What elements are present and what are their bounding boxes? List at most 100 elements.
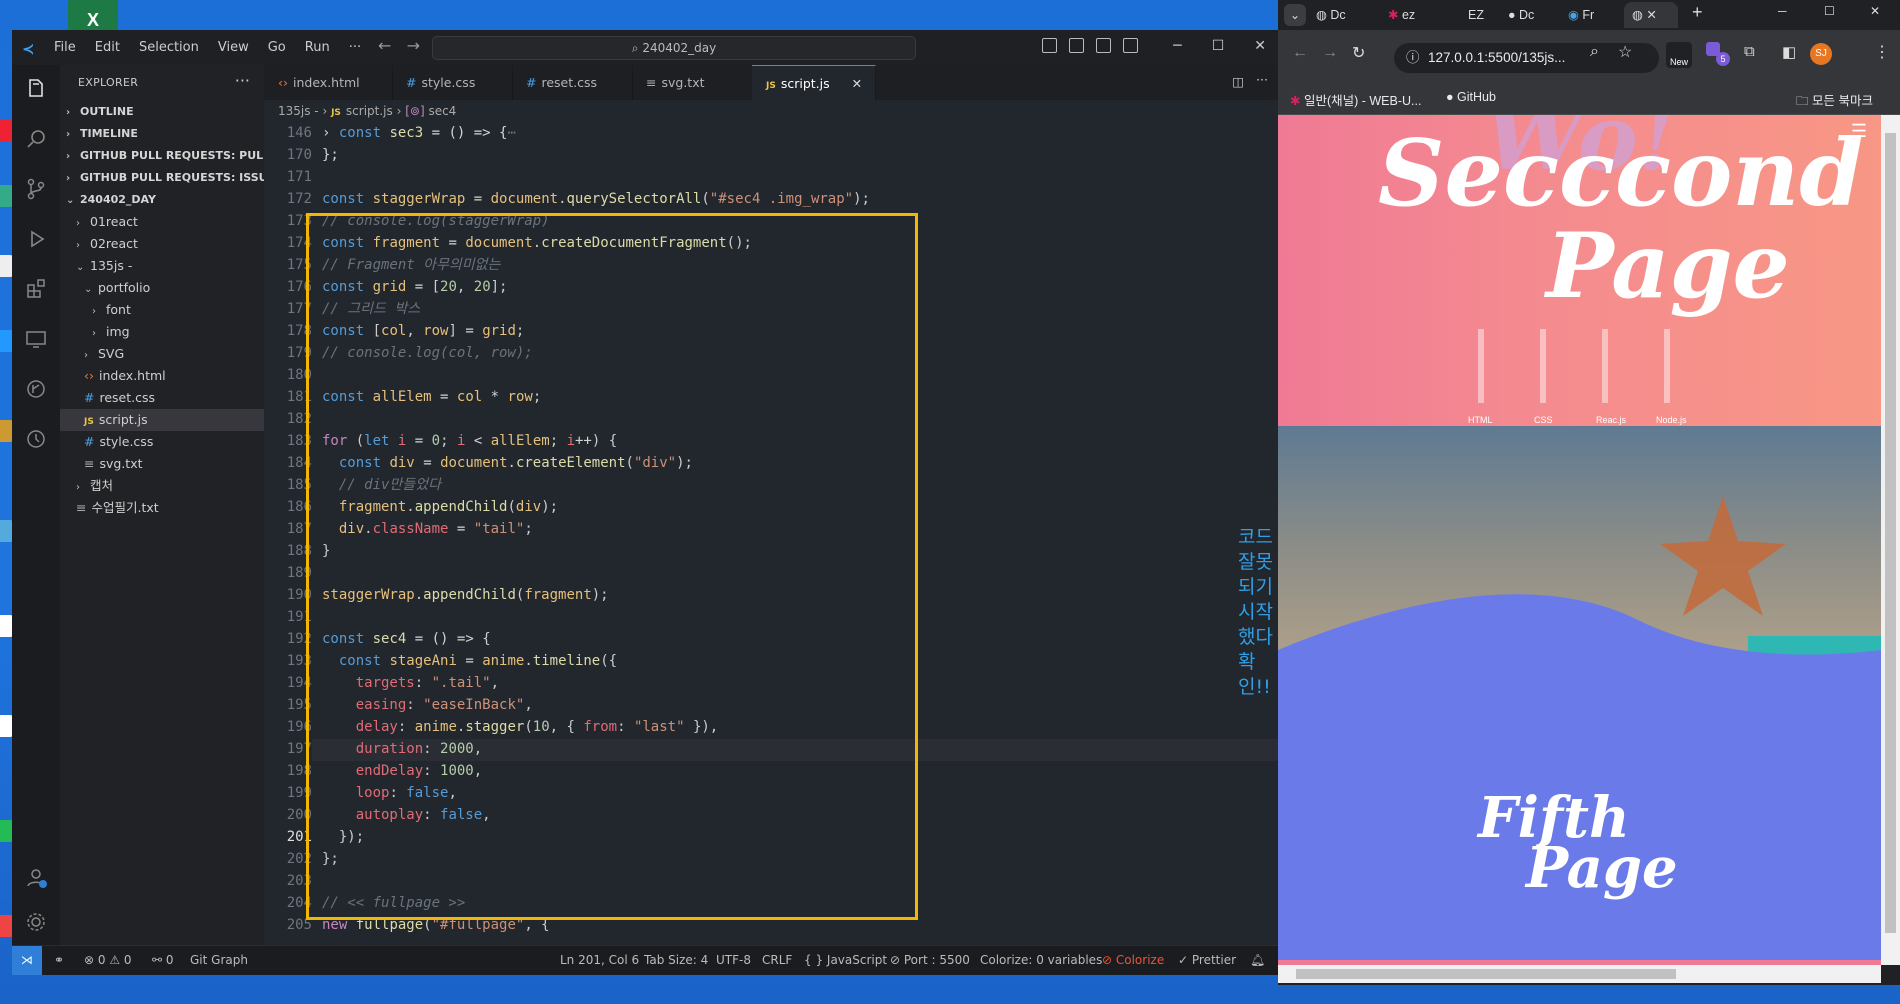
tree-file[interactable]: ≡ 수업필기.txt [60, 497, 264, 519]
section-workspace[interactable]: ⌄ 240402_DAY [60, 189, 264, 211]
minimize-icon[interactable]: ─ [1173, 38, 1181, 54]
accounts-icon[interactable] [24, 865, 48, 889]
run-debug-icon[interactable] [24, 227, 48, 251]
colorize-variables[interactable]: Colorize: 0 variables [980, 946, 1102, 975]
remote-explorer-icon[interactable] [24, 327, 48, 351]
extensions-icon[interactable] [24, 277, 48, 301]
bookmark-slack[interactable]: ✱ 일반(채널) - WEB-U... [1290, 90, 1421, 109]
breadcrumb-symbol[interactable]: sec4 [428, 104, 456, 118]
vertical-scrollbar[interactable] [1881, 115, 1900, 965]
split-editor-icon[interactable]: ◫ [1232, 74, 1244, 89]
git-graph-icon[interactable] [24, 377, 48, 401]
reload-icon[interactable]: ↻ [1352, 43, 1365, 63]
toggle-panel-icon[interactable] [1069, 38, 1084, 53]
remote-indicator-icon[interactable]: ⋊ [12, 946, 42, 975]
bookmark-star-icon[interactable]: ☆ [1618, 42, 1632, 62]
new-tab-icon[interactable]: + [1692, 2, 1703, 23]
close-tab-icon[interactable]: ✕ [1646, 8, 1656, 22]
section-pull-requests[interactable]: › GITHUB PULL REQUESTS: PULL ... [60, 145, 287, 167]
extension-with-badge-icon[interactable]: 5 [1706, 42, 1730, 66]
tree-file[interactable]: # style.css [60, 431, 264, 453]
more-actions-icon[interactable]: ··· [1256, 72, 1268, 87]
horizontal-scrollbar[interactable] [1278, 965, 1881, 983]
toggle-sidebar-icon[interactable] [1042, 38, 1057, 53]
back-arrow-icon[interactable]: ← [378, 36, 391, 55]
tree-file[interactable]: ≡ svg.txt [60, 453, 264, 475]
toggle-secondary-sidebar-icon[interactable] [1096, 38, 1111, 53]
extensions-puzzle-icon[interactable]: ⧉ [1744, 43, 1755, 60]
more-actions-icon[interactable]: ··· [235, 71, 250, 90]
site-info-icon[interactable]: ⓘ [1406, 43, 1420, 73]
zoom-icon[interactable]: ⌕ [1590, 43, 1599, 61]
menu-view[interactable]: View [218, 40, 249, 55]
tree-file-selected[interactable]: JS script.js [60, 409, 264, 431]
minimize-icon[interactable]: ─ [1778, 4, 1787, 18]
language-mode[interactable]: { } JavaScript [804, 946, 887, 975]
forward-arrow-icon[interactable]: → [407, 36, 420, 55]
menu-selection[interactable]: Selection [139, 40, 199, 55]
tree-file[interactable]: ‹› index.html [60, 365, 264, 387]
line-ending[interactable]: CRLF [762, 946, 792, 975]
tab-style-css[interactable]: # style.css [392, 65, 513, 100]
close-tab-icon[interactable]: ✕ [852, 76, 862, 91]
tree-folder[interactable]: ⌄ portfolio [60, 277, 264, 299]
tree-folder[interactable]: › 캡처 [60, 475, 264, 497]
browser-tab[interactable]: ● Dc [1508, 2, 1558, 28]
settings-gear-icon[interactable] [24, 910, 48, 934]
close-icon[interactable]: ✕ [1254, 38, 1266, 54]
hamburger-menu-icon[interactable]: ☰ [1851, 121, 1867, 142]
breadcrumb-file[interactable]: script.js [346, 104, 393, 118]
git-graph-button[interactable]: Git Graph [190, 946, 248, 975]
scrollbar-thumb[interactable] [1885, 133, 1896, 933]
command-center-search[interactable]: ⌕ 240402_day [432, 36, 916, 60]
forward-arrow-icon[interactable]: → [1322, 44, 1338, 62]
tab-size[interactable]: Tab Size: 4 [644, 946, 708, 975]
browser-tab[interactable]: ◉ Fr [1568, 2, 1618, 28]
search-icon[interactable] [24, 127, 48, 151]
menu-more[interactable]: ··· [349, 40, 361, 55]
menu-run[interactable]: Run [305, 40, 330, 55]
section-issues[interactable]: › GITHUB PULL REQUESTS: ISSUES [60, 167, 283, 189]
tab-index-html[interactable]: ‹› index.html [264, 65, 393, 100]
menu-go[interactable]: Go [268, 40, 286, 55]
back-arrow-icon[interactable]: ← [1292, 44, 1308, 62]
tree-folder[interactable]: › 01react [60, 211, 264, 233]
tab-svg-txt[interactable]: ≡ svg.txt [632, 65, 753, 100]
close-icon[interactable]: ✕ [1870, 4, 1880, 18]
tree-folder[interactable]: › font [60, 299, 264, 321]
maximize-icon[interactable]: ☐ [1824, 4, 1835, 18]
scrollbar-thumb[interactable] [1296, 969, 1676, 979]
breadcrumb-folder[interactable]: 135js - [278, 104, 319, 118]
all-bookmarks-button[interactable]: 🗀︎ 모든 북마크 [1796, 90, 1873, 113]
browser-tab-active[interactable]: ◍ ✕ [1624, 2, 1678, 28]
side-panel-icon[interactable]: ◧ [1782, 43, 1796, 61]
prettier-status[interactable]: ✓ Prettier [1178, 946, 1236, 975]
tree-folder[interactable]: ⌄ 135js - [60, 255, 264, 277]
maximize-icon[interactable]: ☐ [1212, 38, 1225, 54]
notifications-bell-icon[interactable]: 🔔︎ [1250, 946, 1265, 975]
bookmark-github[interactable]: ● GitHub [1446, 90, 1496, 104]
tree-folder[interactable]: › 02react [60, 233, 264, 255]
colorize-toggle[interactable]: ⊘ Colorize [1102, 946, 1164, 975]
menu-edit[interactable]: Edit [95, 40, 120, 55]
menu-file[interactable]: File [54, 40, 76, 55]
section-timeline[interactable]: › TIMELINE [60, 123, 264, 145]
excel-desktop-icon[interactable]: X [68, 0, 118, 30]
explorer-icon[interactable] [24, 77, 48, 101]
live-share-icon[interactable]: ⚭ [54, 946, 64, 975]
tab-reset-css[interactable]: # reset.css [512, 65, 633, 100]
new-extension-icon[interactable]: New [1666, 42, 1692, 68]
browser-tab[interactable]: ◍ Dc [1316, 2, 1366, 28]
customize-layout-icon[interactable] [1123, 38, 1138, 53]
source-control-icon[interactable] [24, 177, 48, 201]
profile-avatar[interactable]: SJ [1810, 43, 1832, 65]
tree-file[interactable]: # reset.css [60, 387, 264, 409]
problems-indicator[interactable]: ⊗ 0 ⚠ 0 [84, 946, 132, 975]
browser-tab[interactable]: EZ [1468, 2, 1508, 28]
timeline-icon[interactable] [24, 427, 48, 451]
tab-script-js[interactable]: JS script.js ✕ [752, 65, 876, 101]
ports-indicator[interactable]: ⚯ 0 [152, 946, 174, 975]
live-server-port[interactable]: ⊘ Port : 5500 [890, 946, 970, 975]
cursor-position[interactable]: Ln 201, Col 6 [560, 946, 639, 975]
browser-tab[interactable]: ✱ ez [1388, 2, 1438, 28]
